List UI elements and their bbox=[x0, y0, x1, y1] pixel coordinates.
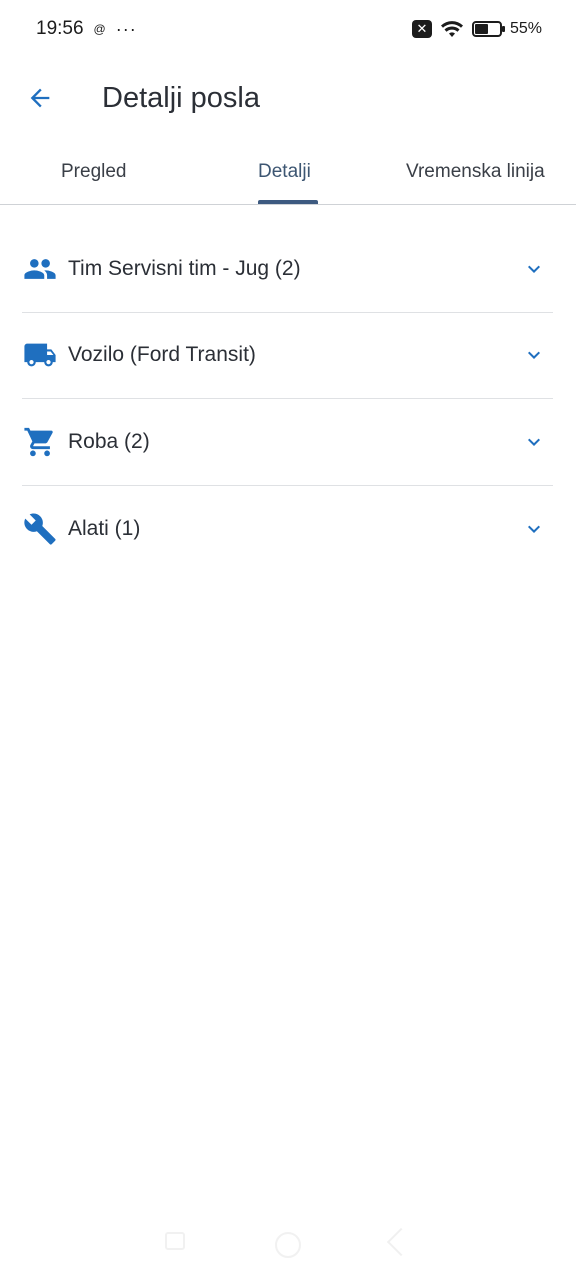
battery-percent: 55% bbox=[509, 20, 542, 37]
group-icon bbox=[22, 251, 58, 287]
status-right: ✕ 55% bbox=[411, 20, 542, 38]
recents-icon[interactable] bbox=[165, 1232, 185, 1250]
page-title: Detalji posla bbox=[102, 81, 260, 114]
arrow-left-icon bbox=[30, 88, 50, 108]
tab-bar: Pregled Detalji Vremenska linija bbox=[0, 138, 576, 205]
wifi-icon bbox=[440, 21, 463, 37]
section-team[interactable]: Tim Servisni tim - Jug (2) bbox=[22, 226, 553, 313]
details-section-list: Tim Servisni tim - Jug (2) Vozilo (Ford … bbox=[22, 226, 553, 572]
section-label: Tim Servisni tim - Jug (2) bbox=[68, 256, 301, 280]
back-button[interactable] bbox=[0, 58, 80, 138]
section-goods[interactable]: Roba (2) bbox=[22, 399, 553, 486]
chevron-down-icon[interactable] bbox=[519, 254, 549, 284]
tab-pregled[interactable]: Pregled bbox=[61, 138, 127, 204]
more-notifications-icon: ··· bbox=[115, 18, 137, 39]
no-sim-icon: ✕ bbox=[411, 20, 432, 38]
app-bar: Detalji posla bbox=[0, 58, 576, 138]
section-label: Roba (2) bbox=[68, 429, 150, 453]
chevron-down-icon[interactable] bbox=[519, 514, 549, 544]
chevron-down-icon[interactable] bbox=[519, 340, 549, 370]
wrench-icon bbox=[22, 511, 58, 547]
system-nav-bar bbox=[0, 1227, 576, 1262]
status-time: 19:56 bbox=[36, 18, 84, 39]
status-left: 19:56 @ ··· bbox=[36, 18, 137, 40]
section-tools[interactable]: Alati (1) bbox=[22, 486, 553, 573]
active-tab-indicator bbox=[258, 200, 318, 204]
section-label: Vozilo (Ford Transit) bbox=[68, 343, 256, 367]
battery-icon bbox=[471, 21, 505, 37]
section-vehicle[interactable]: Vozilo (Ford Transit) bbox=[22, 313, 553, 399]
home-icon[interactable] bbox=[275, 1232, 301, 1258]
cart-icon bbox=[22, 424, 58, 460]
tab-vremenska-linija[interactable]: Vremenska linija bbox=[406, 138, 545, 204]
tab-detalji[interactable]: Detalji bbox=[258, 138, 311, 204]
section-label: Alati (1) bbox=[68, 516, 141, 540]
truck-icon bbox=[22, 337, 58, 373]
notification-icon: @ bbox=[93, 22, 106, 36]
chevron-down-icon[interactable] bbox=[519, 427, 549, 457]
status-bar: 19:56 @ ··· ✕ 55% bbox=[0, 0, 576, 58]
system-back-icon[interactable] bbox=[386, 1227, 416, 1257]
